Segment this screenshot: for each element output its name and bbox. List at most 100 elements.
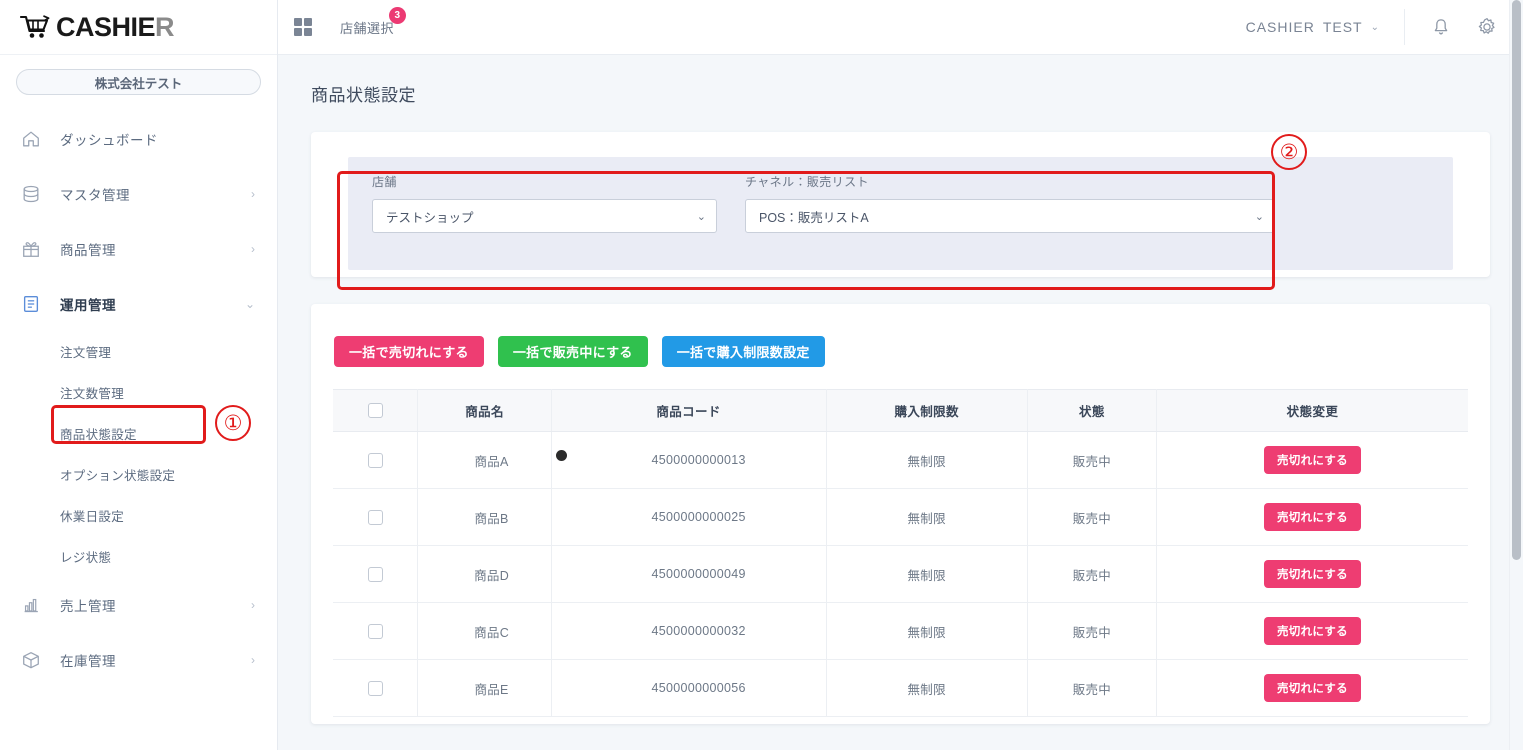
filter-panel: 店舗 テストショップ ⌄ チャネル：販売リスト POS：販売リストA ⌄ — [348, 157, 1453, 270]
row-checkbox[interactable] — [367, 680, 383, 696]
company-selector[interactable]: 株式会社テスト — [16, 69, 261, 95]
cell-purchase-limit: 無制限 — [826, 431, 1028, 489]
channel-select-dropdown[interactable]: POS：販売リストA ⌄ — [745, 199, 1275, 233]
table-head: 商品名 商品コード 購入制限数 状態 状態変更 — [333, 389, 1468, 432]
table-header-state-change: 状態変更 — [1156, 389, 1468, 432]
sidebar-subitem-label: レジ状態 — [60, 551, 112, 565]
sidebar-subitem-label: オプション状態設定 — [60, 469, 176, 483]
cell-purchase-limit: 無制限 — [826, 545, 1028, 603]
bulk-on-sale-button[interactable]: 一括で販売中にする — [497, 336, 648, 367]
grid-cell — [304, 18, 312, 26]
cell-product-name: 商品C — [417, 602, 552, 660]
page-content: 商品状態設定 店舗 テストショップ ⌄ チャネル：販売リスト POS：販売リスト… — [278, 55, 1523, 750]
sidebar-item-register-status[interactable]: レジ状態 — [0, 536, 277, 577]
set-sold-out-button[interactable]: 売切れにする — [1263, 446, 1361, 474]
table-header-row: 商品名 商品コード 購入制限数 状態 状態変更 — [333, 389, 1468, 432]
home-icon — [20, 128, 42, 150]
table-header-product-code[interactable]: 商品コード — [551, 389, 827, 432]
sidebar-item-sales[interactable]: 売上管理 › — [0, 577, 277, 632]
bulk-action-bar: 一括で売切れにする 一括で販売中にする 一括で購入制限数設定 — [333, 336, 1468, 367]
table-header-product-name[interactable]: 商品名 — [417, 389, 552, 432]
store-field: 店舗 テストショップ ⌄ — [372, 173, 717, 270]
sidebar-item-label: ダッシュボード — [60, 132, 158, 148]
topbar-right: CASHIER TEST ⌄ — [1246, 0, 1523, 54]
cell-purchase-limit: 無制限 — [826, 488, 1028, 546]
sidebar: CASHIER 株式会社テスト ダッシュボード マスタ管理 › 商品管理 › 運… — [0, 0, 278, 750]
row-checkbox[interactable] — [367, 623, 383, 639]
brand-name-main: CASHIE — [56, 11, 156, 42]
table-row: 商品E 4500000000056 無制限 販売中 売切れにする — [333, 659, 1468, 717]
chevron-down-icon: ⌄ — [696, 210, 706, 223]
channel-field: チャネル：販売リスト POS：販売リストA ⌄ — [745, 173, 1275, 270]
user-org: CASHIER — [1245, 19, 1315, 35]
filter-card: 店舗 テストショップ ⌄ チャネル：販売リスト POS：販売リストA ⌄ — [311, 132, 1490, 277]
chevron-right-icon: › — [251, 241, 255, 256]
scrollbar-thumb[interactable] — [1512, 0, 1521, 560]
gift-icon — [20, 238, 42, 260]
cell-state-change: 売切れにする — [1156, 659, 1468, 717]
table-header-purchase-limit[interactable]: 購入制限数 — [826, 389, 1028, 432]
set-sold-out-button[interactable]: 売切れにする — [1263, 617, 1361, 645]
sidebar-item-holiday-settings[interactable]: 休業日設定 — [0, 495, 277, 536]
cell-product-code: 4500000000056 — [551, 659, 827, 717]
sidebar-item-option-status[interactable]: オプション状態設定 — [0, 454, 277, 495]
sidebar-nav: ダッシュボード マスタ管理 › 商品管理 › 運用管理 ⌄ 注文管理 注文数管理… — [0, 105, 277, 687]
store-select-dropdown[interactable]: テストショップ ⌄ — [372, 199, 717, 233]
sidebar-item-label: 運用管理 — [60, 297, 116, 313]
bulk-sold-out-button[interactable]: 一括で売切れにする — [334, 336, 484, 367]
grid-icon[interactable] — [294, 18, 312, 36]
grid-cell — [294, 18, 302, 26]
chevron-right-icon: › — [251, 652, 255, 667]
cell-state: 販売中 — [1027, 602, 1157, 660]
box-icon — [20, 649, 42, 671]
sidebar-item-label: 売上管理 — [60, 598, 116, 614]
table-row: 商品B 4500000000025 無制限 販売中 売切れにする — [333, 488, 1468, 546]
app-root: CASHIER 株式会社テスト ダッシュボード マスタ管理 › 商品管理 › 運… — [0, 0, 1523, 750]
table-row: 商品A 4500000000013 無制限 販売中 売切れにする — [333, 431, 1468, 489]
store-select-button[interactable]: 店舗選択 3 — [340, 6, 407, 37]
set-sold-out-button[interactable]: 売切れにする — [1263, 674, 1361, 702]
sidebar-subitem-label: 注文数管理 — [60, 387, 125, 401]
product-status-table: 商品名 商品コード 購入制限数 状態 状態変更 商品A 450000000001… — [333, 389, 1468, 717]
table-body: 商品A 4500000000013 無制限 販売中 売切れにする 商品B 450… — [333, 431, 1468, 717]
table-header-state[interactable]: 状態 — [1027, 389, 1157, 432]
sidebar-item-dashboard[interactable]: ダッシュボード — [0, 111, 277, 166]
row-select-cell — [333, 431, 419, 489]
sidebar-subitem-label: 注文管理 — [60, 346, 112, 360]
set-sold-out-button[interactable]: 売切れにする — [1263, 503, 1361, 531]
row-checkbox[interactable] — [367, 566, 383, 582]
chevron-down-icon: ⌄ — [244, 296, 255, 311]
row-select-cell — [333, 659, 419, 717]
page-title: 商品状態設定 — [311, 86, 416, 105]
sidebar-item-order-management[interactable]: 注文管理 — [0, 331, 277, 372]
row-checkbox[interactable] — [367, 452, 383, 468]
cell-product-name: 商品B — [417, 488, 552, 546]
set-sold-out-button[interactable]: 売切れにする — [1263, 560, 1361, 588]
company-label: 株式会社テスト — [94, 76, 183, 91]
sidebar-item-inventory[interactable]: 在庫管理 › — [0, 632, 277, 687]
row-checkbox[interactable] — [367, 509, 383, 525]
bulk-purchase-limit-button[interactable]: 一括で購入制限数設定 — [661, 336, 825, 367]
sidebar-item-operations[interactable]: 運用管理 ⌄ — [0, 276, 277, 331]
chevron-right-icon: › — [251, 597, 255, 612]
sidebar-item-product-status[interactable]: 商品状態設定 — [0, 413, 277, 454]
cell-product-name: 商品A — [417, 431, 552, 489]
select-all-checkbox[interactable] — [367, 403, 383, 419]
bar-chart-icon — [20, 594, 42, 616]
cell-state-change: 売切れにする — [1156, 488, 1468, 546]
main-area: 店舗選択 3 CASHIER TEST ⌄ 商品状態設定 店舗 テストショップ … — [278, 0, 1523, 750]
brand-logo[interactable]: CASHIER — [0, 0, 277, 55]
gear-icon[interactable] — [1477, 17, 1497, 37]
user-menu[interactable]: CASHIER TEST ⌄ — [1246, 19, 1404, 35]
brand-name-accent: R — [155, 11, 175, 42]
page-scrollbar[interactable] — [1509, 0, 1523, 750]
sidebar-item-label: 商品管理 — [60, 242, 116, 258]
row-select-cell — [333, 602, 419, 660]
clipboard-icon — [20, 293, 42, 315]
bell-icon[interactable] — [1431, 17, 1451, 37]
sidebar-item-products[interactable]: 商品管理 › — [0, 221, 277, 276]
sidebar-item-master[interactable]: マスタ管理 › — [0, 166, 277, 221]
cell-state: 販売中 — [1027, 488, 1157, 546]
sidebar-item-order-count[interactable]: 注文数管理 — [0, 372, 277, 413]
table-card: 一括で売切れにする 一括で販売中にする 一括で購入制限数設定 商品名 商品コード… — [311, 304, 1490, 724]
